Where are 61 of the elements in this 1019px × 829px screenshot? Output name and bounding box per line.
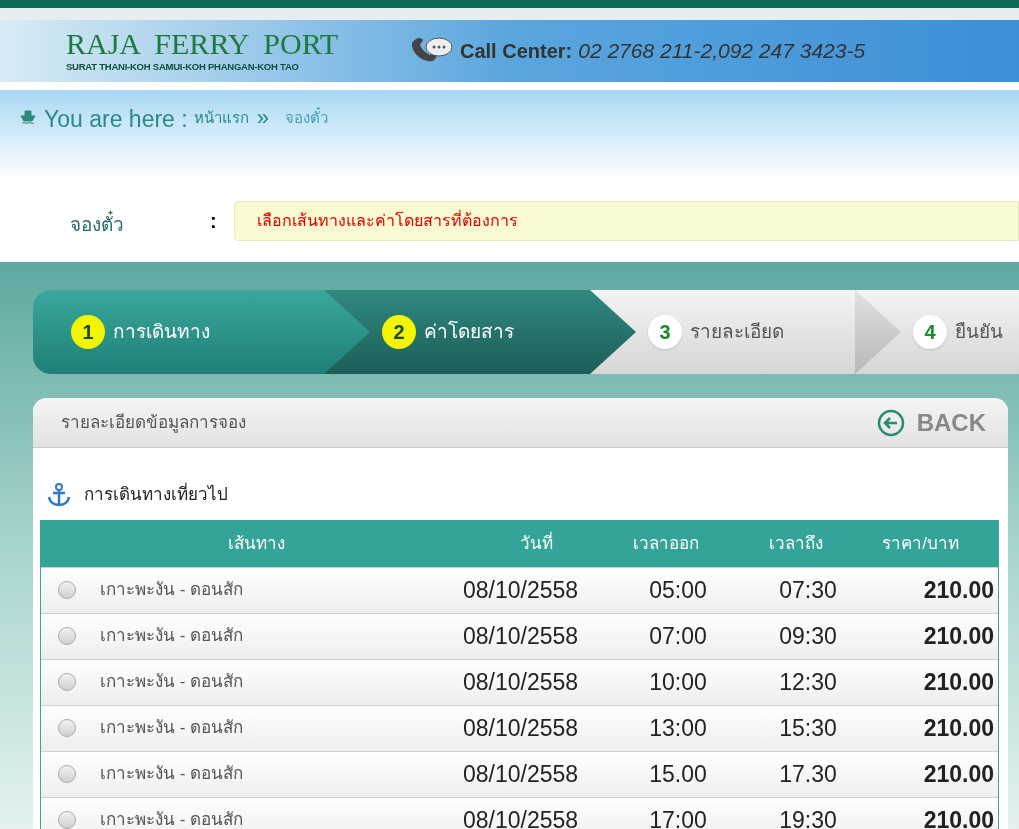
step-number: 4 — [913, 315, 947, 349]
table-cell-text: 210.00 — [922, 805, 995, 829]
table-cell-text: 13:00 — [648, 713, 708, 743]
call-center-label: Call Center: — [460, 39, 573, 64]
table-cell-text: 210.00 — [922, 621, 995, 651]
left-arrow-circle-icon — [876, 408, 905, 437]
table-cell-text: 07:00 — [648, 621, 708, 651]
step-label: การเดินทาง — [113, 319, 210, 344]
panel-title: รายละเอียดข้อมูลการจอง — [61, 411, 246, 435]
step-label: รายละเอียด — [690, 319, 784, 344]
radio-button[interactable] — [58, 811, 76, 829]
radio-button[interactable] — [58, 627, 76, 645]
step-label: ค่าโดยสาร — [424, 319, 514, 344]
table-cell-text: 05:00 — [648, 575, 708, 605]
table-cell-text: 15.00 — [648, 759, 708, 789]
call-center-numbers: 02 2768 211-2,092 247 3423-5 — [578, 38, 866, 65]
step-number: 3 — [648, 315, 682, 349]
column-header: เวลาออก — [632, 532, 700, 555]
table-cell-text: 09:30 — [778, 621, 838, 651]
column-header: วันที่ — [518, 530, 554, 555]
progress-step[interactable]: 1 การเดินทาง — [33, 290, 324, 374]
table-cell-text: 210.00 — [922, 759, 995, 789]
column-header: เส้นทาง — [226, 532, 286, 555]
logo-title: RAJA FERRY PORT — [66, 27, 340, 60]
radio-button[interactable] — [58, 581, 76, 599]
table-cell-text: 08/10/2558 — [463, 667, 580, 697]
table-cell-text: 07:30 — [778, 575, 838, 605]
table-cell-text: 210.00 — [922, 667, 995, 697]
step-number: 2 — [382, 315, 416, 349]
table-cell-text: 10:00 — [648, 667, 708, 697]
table-cell-text: 08/10/2558 — [463, 713, 580, 743]
table-cell-text: 17:00 — [648, 805, 708, 829]
logo-subtitle: SURAT THANI-KOH SAMUI-KOH PHANGAN-KOH TAO — [66, 59, 300, 74]
progress-step[interactable]: 3 รายละเอียด — [590, 290, 855, 374]
section-title: การเดินทางเที่ยวไป — [84, 482, 228, 508]
progress-step[interactable]: 4 ยืนยัน — [855, 290, 1019, 374]
message-text: เลือกเส้นทางและค่าโดยสารที่ต้องการ — [257, 209, 518, 231]
table-cell-text: 08/10/2558 — [463, 621, 580, 651]
table-cell-text: 17.30 — [778, 759, 838, 789]
breadcrumb-link[interactable]: หน้าแรก — [193, 107, 249, 130]
colon: : — [210, 209, 218, 234]
step-number: 1 — [71, 315, 105, 349]
radio-button[interactable] — [58, 719, 76, 737]
column-header: เวลาถึง — [768, 532, 824, 555]
table-cell-text: 210.00 — [922, 575, 995, 605]
breadcrumb-label: You are here : — [44, 105, 188, 134]
table-cell-text: 12:30 — [778, 667, 838, 697]
booking-label: จองตั๋ว — [70, 202, 210, 240]
column-header: ราคา/บาท — [881, 532, 960, 555]
anchor-icon — [46, 482, 72, 507]
table-cell-text: 08/10/2558 — [463, 759, 580, 789]
table-cell-text: 08/10/2558 — [463, 805, 580, 829]
table-cell-text: 08/10/2558 — [463, 575, 580, 605]
radio-button[interactable] — [58, 673, 76, 691]
table-cell-text: 19:30 — [778, 805, 838, 829]
table-cell-text: 15:30 — [778, 713, 838, 743]
table-cell-text: 210.00 — [922, 713, 995, 743]
progress-step[interactable]: 2 ค่าโดยสาร — [324, 290, 590, 374]
radio-button[interactable] — [58, 765, 76, 783]
breadcrumb-separator: » — [256, 107, 269, 130]
step-label: ยืนยัน — [955, 319, 1003, 344]
